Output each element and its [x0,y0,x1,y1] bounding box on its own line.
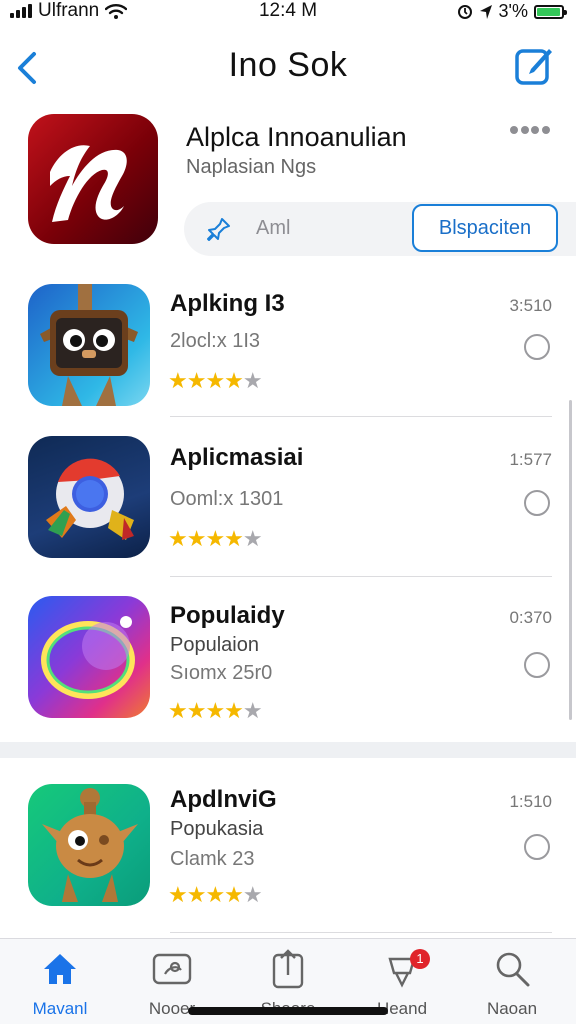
featured-action-bar: Aml Blspaciten [184,202,576,256]
featured-app-icon [28,114,158,244]
search-icon [496,952,530,987]
app-name: ApdlnviG [170,786,277,813]
rating-stars-icon: ★★★★★ [168,882,263,907]
tab-search[interactable]: Naoan [462,949,562,1023]
app-subtitle: Popukasia [170,818,264,840]
location-icon [479,4,492,19]
app-name: Populaidy [170,602,285,629]
browser-orb-icon [28,436,150,558]
wooden-creature-icon [28,784,150,906]
more-options-icon[interactable] [510,126,550,138]
app-time: 1:510 [509,792,552,811]
home-icon [44,954,76,984]
tab-label: Mavanl [32,999,88,1018]
home-indicator[interactable] [188,1007,388,1015]
select-radio[interactable] [524,490,550,516]
rating-stars-icon: ★★★★★ [168,368,263,393]
get-button[interactable]: Blspaciten [412,204,558,252]
tab-home[interactable]: Mavanl [10,949,110,1023]
navigation-bar: Ino Sok [0,40,576,96]
divider [170,416,552,417]
divider [170,576,552,577]
status-bar: Ulfrann 12:4 M 3'% [0,0,576,24]
rating-stars-icon: ★★★★★ [168,526,263,551]
app-name: Aplicmasiai [170,444,304,471]
rating-stars-icon: ★★★★★ [168,698,263,723]
script-n-icon [50,145,127,222]
scrollbar[interactable] [569,400,572,720]
featured-app[interactable]: Alplca Innoanulian Naplasian Ngs Aml Bls… [0,112,576,260]
app-meta: Clamk 23 [170,848,255,870]
app-time: 0:370 [509,608,552,627]
section-separator [0,742,576,758]
page-title: Ino Sok [228,46,348,84]
battery-icon [534,4,567,19]
app-time: 3:510 [509,296,552,315]
select-radio[interactable] [524,834,550,860]
app-meta: 2locl:x 1I3 [170,330,261,352]
battery-percent: 3'% [498,1,528,21]
select-radio[interactable] [524,652,550,678]
compose-icon[interactable] [514,44,556,86]
alarm-icon [457,4,472,19]
status-right: 3'% [457,1,567,22]
gradient-ring-icon [28,596,150,718]
share-icon [272,949,304,989]
app-time: 1:577 [509,450,552,469]
segment-label[interactable]: Aml [256,217,290,240]
pin-icon[interactable] [206,216,232,242]
app-meta: Sıomx 25r0 [170,662,273,684]
notification-badge: 1 [410,949,430,969]
featured-app-name: Alplca Innoanulian [186,122,407,152]
app-subtitle: Populaion [170,634,259,656]
wooden-robot-icon [28,284,150,406]
tab-label: Naoan [486,999,538,1018]
app-meta: Ooml:x 1301 [170,488,284,510]
media-icon [152,953,192,985]
divider [170,932,552,933]
featured-app-subtitle: Naplasian Ngs [186,156,317,178]
select-radio[interactable] [524,334,550,360]
app-name: Aplking I3 [170,290,285,317]
